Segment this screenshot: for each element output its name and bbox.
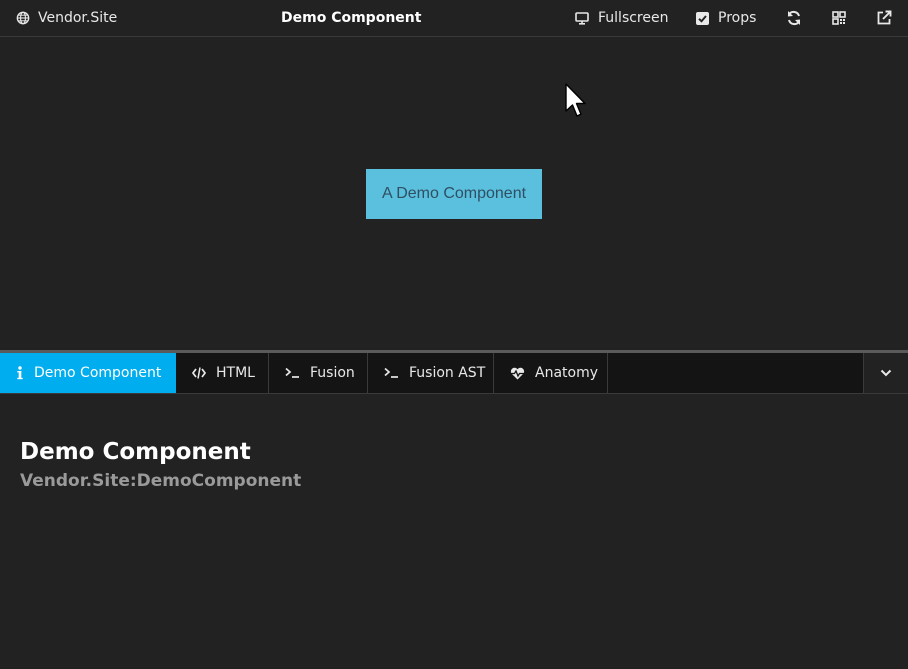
props-toggle[interactable]: Props	[696, 0, 756, 36]
tab-label: Fusion AST	[409, 365, 486, 381]
checkbox-icon	[696, 11, 709, 25]
mouse-cursor-icon	[565, 83, 587, 121]
tab-label: Anatomy	[535, 365, 599, 381]
terminal-icon	[285, 367, 300, 379]
demo-component: A Demo Component	[366, 169, 542, 219]
component-heading: Demo Component	[20, 439, 251, 465]
component-preview-area: A Demo Component	[0, 37, 908, 350]
tab-html[interactable]: HTML	[176, 353, 269, 393]
tab-label: Demo Component	[34, 365, 162, 381]
props-label: Props	[718, 10, 757, 26]
terminal-icon	[384, 367, 399, 379]
info-icon	[16, 366, 24, 380]
top-toolbar: Vendor.Site Demo Component Fullscreen Pr…	[0, 0, 908, 37]
inspector-tabbar: Demo Component HTML Fusion Fusion AST An…	[0, 353, 908, 394]
fullscreen-label: Fullscreen	[598, 10, 669, 26]
qrcode-icon[interactable]	[830, 9, 848, 27]
site-selector[interactable]: Vendor.Site	[16, 0, 117, 36]
globe-icon	[16, 11, 30, 25]
tab-demo-component[interactable]: Demo Component	[0, 353, 176, 393]
prototype-name: Vendor.Site:DemoComponent	[20, 471, 302, 491]
external-link-icon[interactable]	[875, 9, 893, 27]
chevron-down-icon	[880, 369, 892, 377]
code-icon	[192, 367, 206, 379]
heartbeat-icon	[510, 367, 525, 380]
monitor-icon	[575, 11, 589, 25]
tab-fusion[interactable]: Fusion	[269, 353, 368, 393]
fullscreen-button[interactable]: Fullscreen	[575, 0, 668, 36]
site-label: Vendor.Site	[38, 10, 118, 26]
tab-label: HTML	[216, 365, 255, 381]
tab-anatomy[interactable]: Anatomy	[494, 353, 608, 393]
refresh-icon[interactable]	[785, 9, 803, 27]
tab-label: Fusion	[310, 365, 355, 381]
component-info-panel: Demo Component Vendor.Site:DemoComponent	[20, 436, 301, 492]
page-title: Demo Component	[281, 10, 422, 26]
tab-fusion-ast[interactable]: Fusion AST	[368, 353, 494, 393]
collapse-panel-button[interactable]	[863, 353, 908, 393]
